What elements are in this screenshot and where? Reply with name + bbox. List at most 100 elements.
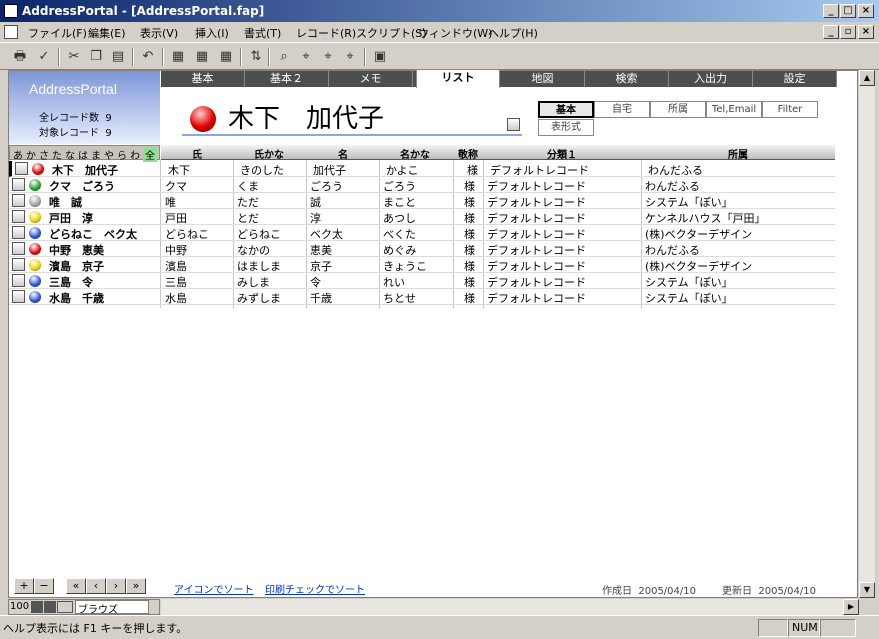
doc-close-button[interactable]: × xyxy=(858,25,874,39)
print-icon[interactable]: 🖶 xyxy=(10,47,30,67)
row-status-icon[interactable] xyxy=(29,259,41,271)
minimize-button[interactable]: _ xyxy=(823,4,839,18)
zoom-level[interactable]: 100 xyxy=(10,601,29,612)
row-status-icon[interactable] xyxy=(29,227,41,239)
delete-record-icon[interactable]: ▦ xyxy=(216,47,236,67)
sort-icon[interactable]: ⇅ xyxy=(246,47,266,67)
row-print-checkbox[interactable] xyxy=(12,274,25,287)
scroll-up-icon[interactable]: ▲ xyxy=(859,70,875,86)
prev-record-button[interactable]: ‹ xyxy=(86,578,106,594)
zoom-out-icon[interactable] xyxy=(31,601,43,613)
row-print-checkbox[interactable] xyxy=(12,258,25,271)
duplicate-record-icon[interactable]: ▦ xyxy=(192,47,212,67)
kana-ma[interactable]: ま xyxy=(91,147,101,162)
table-row[interactable]: クマ ごろう クマ くま ごろう ごろう 様デフォルトレコード わんだふる xyxy=(9,177,835,193)
spellcheck-icon[interactable]: ✓ xyxy=(34,47,54,67)
last-record-button[interactable]: » xyxy=(126,578,146,594)
mode-select[interactable]: ブラウズ xyxy=(75,600,149,616)
header-keisho[interactable]: 敬称 xyxy=(453,146,483,161)
view-tab-home[interactable]: 自宅 xyxy=(594,101,650,118)
row-status-icon[interactable] xyxy=(29,195,41,207)
kana-sa[interactable]: さ xyxy=(39,147,49,162)
paste-icon[interactable]: ▤ xyxy=(108,47,128,67)
view-tab-tel-email[interactable]: Tel,Email xyxy=(706,101,762,118)
tab-list[interactable]: リスト xyxy=(416,69,500,88)
new-record-icon[interactable]: ▦ xyxy=(168,47,188,67)
row-print-checkbox[interactable] xyxy=(12,210,25,223)
undo-icon[interactable]: ↶ xyxy=(138,47,158,67)
tab-search[interactable]: 検索 xyxy=(585,71,669,87)
row-status-icon[interactable] xyxy=(29,291,41,303)
header-seikana[interactable]: 氏かな xyxy=(233,146,305,161)
remove-record-button[interactable]: − xyxy=(34,578,54,594)
row-print-checkbox[interactable] xyxy=(15,162,28,175)
menu-edit[interactable]: 編集(E) xyxy=(88,25,126,41)
tab-basic2[interactable]: 基本２ xyxy=(245,71,329,87)
menu-format[interactable]: 書式(T) xyxy=(244,25,281,41)
row-status-icon[interactable] xyxy=(32,163,44,175)
row-print-checkbox[interactable] xyxy=(12,226,25,239)
header-meikana[interactable]: 名かな xyxy=(379,146,451,161)
find-omit-icon[interactable]: ⌖ xyxy=(318,47,338,67)
record-status-icon[interactable] xyxy=(190,106,216,132)
sort-by-print-check-link[interactable]: 印刷チェックでソート xyxy=(265,581,365,596)
header-shozoku[interactable]: 所属 xyxy=(641,146,835,161)
kana-ka[interactable]: か xyxy=(26,147,36,162)
menu-record[interactable]: レコード(R) xyxy=(296,25,356,41)
close-button[interactable]: × xyxy=(858,4,874,18)
zoom-in-icon[interactable] xyxy=(44,601,56,613)
menu-view[interactable]: 表示(V) xyxy=(140,25,178,41)
row-print-checkbox[interactable] xyxy=(12,242,25,255)
doc-minimize-button[interactable]: _ xyxy=(823,25,839,39)
view-tab-filter[interactable]: Filter xyxy=(762,101,818,118)
kana-ya[interactable]: や xyxy=(104,147,114,162)
table-row[interactable]: 唯 誠 唯 ただ 誠 まこと 様デフォルトレコード システム「ぽい」 xyxy=(9,193,835,209)
menu-window[interactable]: ウィンドウ(W) xyxy=(418,25,492,41)
doc-icon[interactable] xyxy=(4,25,18,39)
kana-all[interactable]: 全 xyxy=(143,147,157,162)
kana-na[interactable]: な xyxy=(65,147,75,162)
row-status-icon[interactable] xyxy=(29,179,41,191)
table-row[interactable]: 戸田 淳 戸田 とだ 淳 あつし 様デフォルトレコード ケンネルハウス「戸田」 xyxy=(9,209,835,225)
maximize-button[interactable]: □ xyxy=(840,4,856,18)
row-status-icon[interactable] xyxy=(29,211,41,223)
sort-by-icon-link[interactable]: アイコンでソート xyxy=(174,581,254,596)
scroll-right-icon[interactable]: ▶ xyxy=(843,599,859,615)
header-bunrui[interactable]: 分類１ xyxy=(483,146,641,161)
menu-file[interactable]: ファイル(F) xyxy=(28,25,87,41)
first-record-button[interactable]: « xyxy=(66,578,86,594)
table-row[interactable]: 三島 令 三島 みしま 令 れい 様デフォルトレコード システム「ぽい」 xyxy=(9,273,835,289)
kana-wa[interactable]: わ xyxy=(130,147,140,162)
row-status-icon[interactable] xyxy=(29,243,41,255)
kana-ra[interactable]: ら xyxy=(117,147,127,162)
tab-map[interactable]: 地図 xyxy=(501,71,585,87)
vertical-scrollbar[interactable]: ▲ ▼ xyxy=(858,70,875,598)
view-tab-table[interactable]: 表形式 xyxy=(538,119,594,136)
next-record-button[interactable]: › xyxy=(106,578,126,594)
table-row[interactable]: どらねこ ベク太 どらねこ どらねこ ベク太 べくた 様デフォルトレコード (株)ベクターデ… xyxy=(9,225,835,241)
table-row[interactable]: 水島 千歳 水島 みずしま 千歳 ちとせ 様デフォルトレコード システム「ぽい」 xyxy=(9,289,835,305)
kana-ta[interactable]: た xyxy=(52,147,62,162)
preview-icon[interactable]: ▣ xyxy=(370,47,390,67)
row-print-checkbox[interactable] xyxy=(12,178,25,191)
row-status-icon[interactable] xyxy=(29,275,41,287)
tab-import-export[interactable]: 入出力 xyxy=(669,71,753,87)
copy-icon[interactable]: ❐ xyxy=(86,47,106,67)
print-checkbox[interactable] xyxy=(507,118,520,131)
find-icon[interactable]: ⌕ xyxy=(274,47,294,67)
tab-settings[interactable]: 設定 xyxy=(753,71,837,87)
view-tab-company[interactable]: 所属 xyxy=(650,101,706,118)
tab-memo[interactable]: メモ xyxy=(329,71,413,87)
cut-icon[interactable]: ✂ xyxy=(64,47,84,67)
menu-help[interactable]: ヘルプ(H) xyxy=(488,25,538,41)
view-tab-basic[interactable]: 基本 xyxy=(538,101,594,118)
tab-basic[interactable]: 基本 xyxy=(161,71,245,87)
add-record-button[interactable]: + xyxy=(14,578,34,594)
horizontal-scrollbar[interactable]: ▶ xyxy=(161,599,859,615)
row-print-checkbox[interactable] xyxy=(12,194,25,207)
kana-a[interactable]: あ xyxy=(13,147,23,162)
menu-insert[interactable]: 挿入(I) xyxy=(195,25,229,41)
table-row[interactable]: 中野 恵美 中野 なかの 恵美 めぐみ 様デフォルトレコード わんだふる xyxy=(9,241,835,257)
header-sei[interactable]: 氏 xyxy=(161,146,233,161)
find-replace-icon[interactable]: ⌖ xyxy=(340,47,360,67)
